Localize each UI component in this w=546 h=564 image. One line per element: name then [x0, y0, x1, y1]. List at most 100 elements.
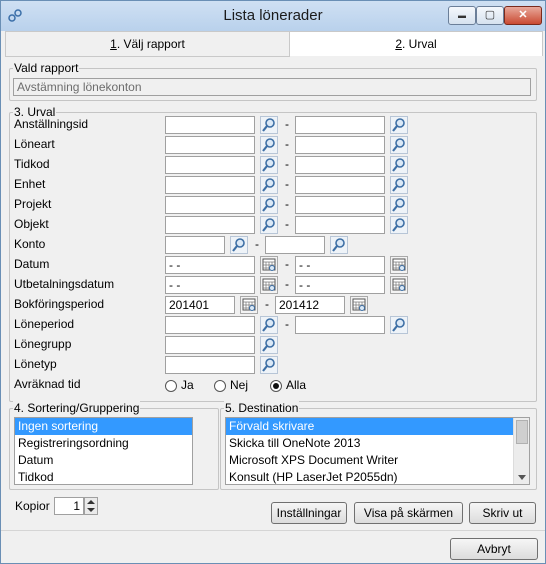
list-item[interactable]: Datum [15, 452, 192, 469]
projekt-to-search-icon[interactable] [390, 196, 408, 214]
radio-nej[interactable] [214, 380, 226, 392]
lonetyp-search-icon[interactable] [260, 356, 278, 374]
bokforingsperiod-to-calendar-icon[interactable] [350, 296, 368, 314]
enhet-from[interactable] [165, 176, 255, 194]
utbetalningsdatum-from[interactable]: - - [165, 276, 255, 294]
range-separator: - [285, 137, 289, 151]
tidkod-from-search-icon[interactable] [260, 156, 278, 174]
anstallningsid-from-search-icon[interactable] [260, 116, 278, 134]
vald-rapport-title: Vald rapport [13, 61, 80, 75]
skriv-ut-button[interactable]: Skriv ut [469, 502, 536, 524]
konto-label: Konto [14, 237, 46, 251]
objekt-label: Objekt [14, 217, 49, 231]
tab-valj-rapport-label: 1. Välj rapport [6, 37, 289, 51]
loneart-to[interactable] [295, 136, 385, 154]
radio-nej-label: Nej [230, 378, 249, 392]
datum-label: Datum [14, 257, 50, 271]
enhet-to-search-icon[interactable] [390, 176, 408, 194]
vald-rapport-group: Vald rapport Avstämning lönekonton [9, 61, 537, 101]
avbryt-button[interactable]: Avbryt [450, 538, 538, 560]
objekt-from-search-icon[interactable] [260, 216, 278, 234]
datum-to[interactable]: - - [295, 256, 385, 274]
maximize-button[interactable]: ▢ [476, 6, 504, 25]
destination-scrollbar[interactable] [513, 418, 529, 484]
list-item[interactable]: Microsoft XPS Document Writer [226, 452, 529, 469]
installningar-button[interactable]: Inställningar [271, 502, 347, 524]
datum-from[interactable]: - - [165, 256, 255, 274]
installningar-label: Inställningar [276, 506, 342, 520]
range-separator: - [285, 317, 289, 331]
scroll-down-icon[interactable] [518, 475, 526, 480]
bokforingsperiod-to[interactable]: 201412 [275, 296, 345, 314]
objekt-to[interactable] [295, 216, 385, 234]
list-item[interactable]: Ingen sortering [15, 418, 192, 435]
kopior-field[interactable]: 1 [54, 497, 84, 515]
loneart-from[interactable] [165, 136, 255, 154]
konto-from[interactable] [165, 236, 225, 254]
title-bar: Lista lönerader ▬ ▢ ✕ [1, 1, 545, 31]
stepper-arrows-icon [87, 500, 95, 512]
kopior-stepper[interactable] [84, 497, 98, 515]
loneart-to-search-icon[interactable] [390, 136, 408, 154]
loneperiod-label: Löneperiod [14, 317, 75, 331]
konto-to-search-icon[interactable] [330, 236, 348, 254]
bokforingsperiod-from-calendar-icon[interactable] [240, 296, 258, 314]
sortering-title: 4. Sortering/Gruppering [13, 401, 141, 415]
destination-list[interactable]: Förvald skrivare Skicka till OneNote 201… [225, 417, 530, 485]
enhet-from-search-icon[interactable] [260, 176, 278, 194]
objekt-to-search-icon[interactable] [390, 216, 408, 234]
anstallningsid-to[interactable] [295, 116, 385, 134]
loneart-label: Löneart [14, 137, 55, 151]
footer-divider [1, 530, 545, 531]
list-item[interactable]: Skicka till OneNote 2013 [226, 435, 529, 452]
skriv-ut-label: Skriv ut [482, 506, 523, 520]
close-button[interactable]: ✕ [504, 6, 542, 25]
tab-valj-rapport[interactable]: 1. Välj rapport [5, 31, 290, 57]
lonegrupp-search-icon[interactable] [260, 336, 278, 354]
projekt-from[interactable] [165, 196, 255, 214]
range-separator: - [285, 157, 289, 171]
loneperiod-to[interactable] [295, 316, 385, 334]
list-item[interactable]: Förvald skrivare [226, 418, 513, 435]
utbetalningsdatum-label: Utbetalningsdatum [14, 277, 115, 291]
radio-ja[interactable] [165, 380, 177, 392]
lonetyp[interactable] [165, 356, 255, 374]
lonegrupp[interactable] [165, 336, 255, 354]
loneperiod-from[interactable] [165, 316, 255, 334]
konto-to[interactable] [265, 236, 325, 254]
loneperiod-from-search-icon[interactable] [260, 316, 278, 334]
datum-to-calendar-icon[interactable] [390, 256, 408, 274]
minimize-button[interactable]: ▬ [448, 6, 476, 25]
utbetalningsdatum-to[interactable]: - - [295, 276, 385, 294]
tab-1-mnemonic: 1 [110, 37, 117, 51]
bokforingsperiod-from[interactable]: 201401 [165, 296, 235, 314]
objekt-from[interactable] [165, 216, 255, 234]
loneart-from-search-icon[interactable] [260, 136, 278, 154]
visa-pa-skarmen-button[interactable]: Visa på skärmen [354, 502, 463, 524]
tidkod-to[interactable] [295, 156, 385, 174]
datum-from-calendar-icon[interactable] [260, 256, 278, 274]
loneperiod-to-search-icon[interactable] [390, 316, 408, 334]
anstallningsid-from[interactable] [165, 116, 255, 134]
list-item[interactable]: Tidkod [15, 469, 192, 484]
window: Lista lönerader ▬ ▢ ✕ 1. Välj rapport 2.… [0, 0, 546, 564]
list-item[interactable]: Registreringsordning [15, 435, 192, 452]
range-separator: - [285, 277, 289, 291]
projekt-to[interactable] [295, 196, 385, 214]
tidkod-to-search-icon[interactable] [390, 156, 408, 174]
scrollbar-thumb[interactable] [516, 420, 528, 444]
utbetalningsdatum-from-calendar-icon[interactable] [260, 276, 278, 294]
radio-alla[interactable] [270, 380, 282, 392]
utbetalningsdatum-to-calendar-icon[interactable] [390, 276, 408, 294]
tab-2-mnemonic: 2 [395, 37, 402, 51]
range-separator: - [285, 257, 289, 271]
konto-from-search-icon[interactable] [230, 236, 248, 254]
enhet-to[interactable] [295, 176, 385, 194]
anstallningsid-to-search-icon[interactable] [390, 116, 408, 134]
sortering-list[interactable]: Ingen sortering Registreringsordning Dat… [14, 417, 193, 485]
anstallningsid-label: Anställningsid [14, 117, 89, 131]
projekt-from-search-icon[interactable] [260, 196, 278, 214]
list-item[interactable]: Konsult (HP LaserJet P2055dn) [226, 469, 529, 484]
tidkod-from[interactable] [165, 156, 255, 174]
tab-urval[interactable]: 2. Urval [289, 31, 543, 56]
